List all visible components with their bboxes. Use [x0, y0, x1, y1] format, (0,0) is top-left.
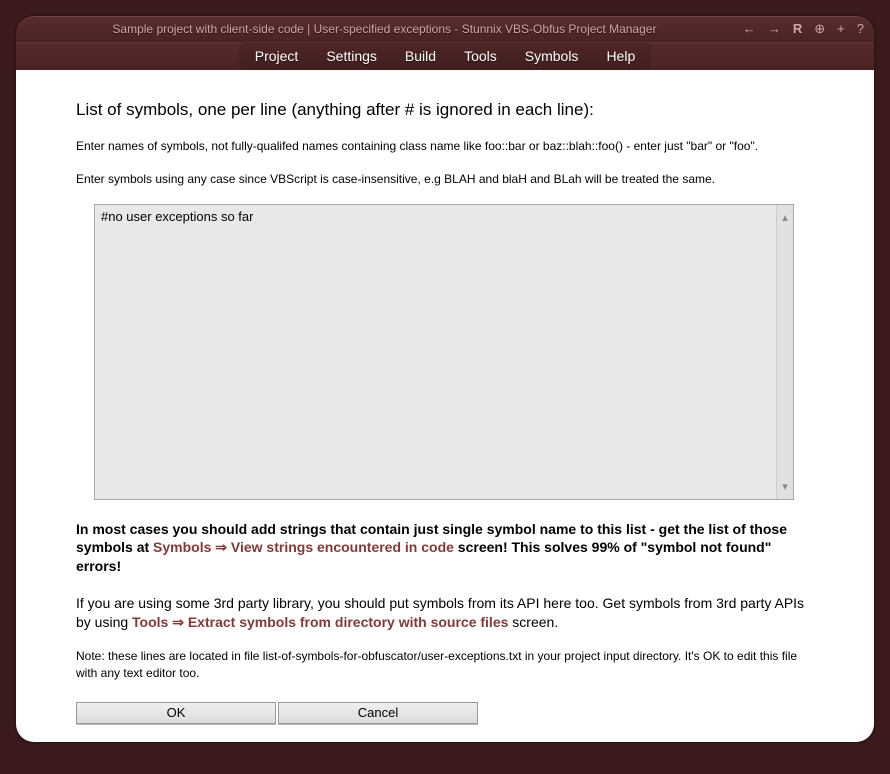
tools-extract-symbols-link[interactable]: Tools ⇒ Extract symbols from directory w… [132, 614, 508, 630]
main-content: List of symbols, one per line (anything … [16, 70, 874, 742]
menu-settings[interactable]: Settings [312, 44, 391, 68]
menu-project[interactable]: Project [241, 44, 313, 68]
scroll-up-icon[interactable]: ▴ [782, 211, 788, 224]
zoom-icon[interactable]: ⊕ [814, 21, 825, 37]
scrollbar[interactable]: ▴ ▾ [776, 205, 793, 499]
titlebar-icons: ← → R ⊕ + ? [743, 21, 864, 37]
plus-icon[interactable]: + [837, 21, 845, 37]
scroll-down-icon[interactable]: ▾ [782, 480, 788, 493]
advice-2: If you are using some 3rd party library,… [76, 594, 814, 632]
help-icon[interactable]: ? [857, 21, 864, 37]
menu-tools[interactable]: Tools [450, 44, 511, 68]
dialog-buttons: OK Cancel [76, 702, 814, 724]
symbols-textarea-wrap: ▴ ▾ [94, 204, 794, 500]
symbols-view-strings-link[interactable]: Symbols ⇒ View strings encountered in co… [153, 539, 454, 555]
page-title: List of symbols, one per line (anything … [76, 100, 814, 120]
instruction-2: Enter symbols using any case since VBScr… [76, 171, 814, 188]
window-title: Sample project with client-side code | U… [26, 22, 743, 36]
advice-1: In most cases you should add strings tha… [76, 520, 814, 577]
symbols-textarea[interactable] [95, 205, 776, 499]
menu-build[interactable]: Build [391, 44, 450, 68]
cancel-button[interactable]: Cancel [278, 702, 478, 724]
ok-button[interactable]: OK [76, 702, 276, 724]
advice-2-post: screen. [508, 614, 558, 630]
forward-icon[interactable]: → [768, 21, 781, 37]
back-icon[interactable]: ← [743, 21, 756, 37]
reload-icon[interactable]: R [793, 21, 802, 37]
menubar: Project Settings Build Tools Symbols Hel… [16, 42, 874, 70]
menu-symbols[interactable]: Symbols [511, 44, 593, 68]
file-note: Note: these lines are located in file li… [76, 648, 814, 682]
menu-help[interactable]: Help [592, 44, 649, 68]
instruction-1: Enter names of symbols, not fully-qualif… [76, 138, 814, 155]
titlebar: Sample project with client-side code | U… [16, 16, 874, 42]
